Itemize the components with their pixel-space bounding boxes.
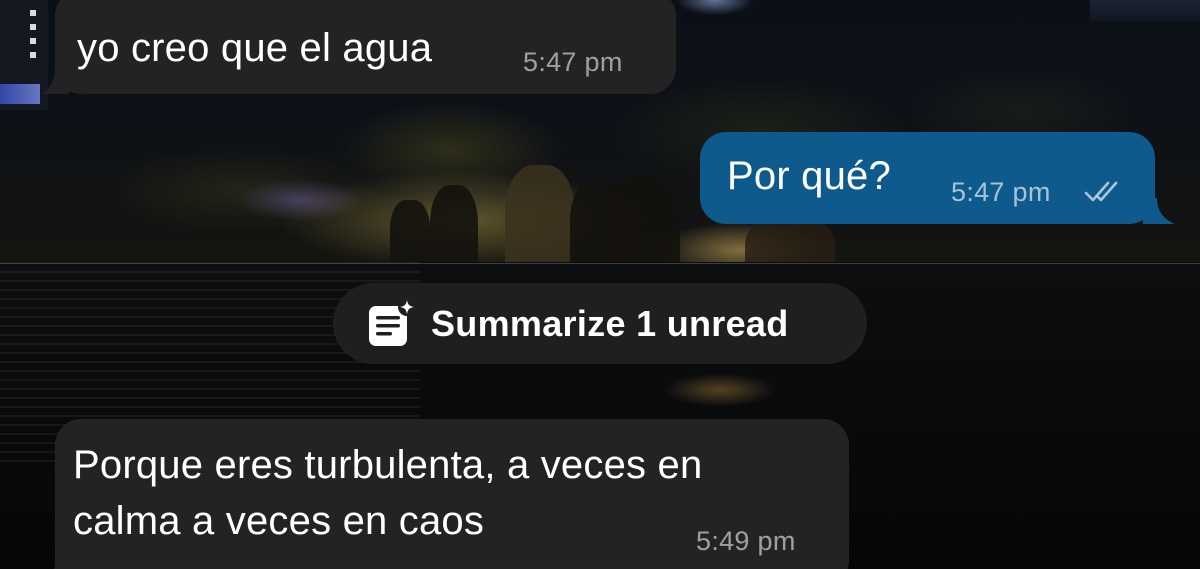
message-text: Por qué? bbox=[727, 154, 891, 198]
message-bubble-incoming[interactable]: yo creo que el agua 5:47 pm bbox=[41, 0, 676, 94]
chat-screen: yo creo que el agua 5:47 pm Por qué? 5:4… bbox=[0, 0, 1200, 569]
summarize-unread-button[interactable]: Summarize 1 unread bbox=[333, 283, 867, 364]
message-timestamp: 5:47 pm bbox=[523, 47, 623, 77]
message-timestamp: 5:47 pm bbox=[951, 177, 1051, 207]
bubble-tail bbox=[1143, 198, 1175, 224]
double-check-icon bbox=[1084, 181, 1118, 202]
summarize-sparkle-icon bbox=[369, 298, 416, 346]
bubble-tail bbox=[54, 561, 69, 569]
summarize-label: Summarize 1 unread bbox=[431, 302, 789, 344]
bubble-tail bbox=[41, 68, 69, 94]
message-text: Porque eres turbulenta, a veces en calma… bbox=[73, 443, 703, 543]
message-bubble-outgoing[interactable]: Por qué? 5:47 pm bbox=[700, 132, 1175, 224]
message-text: yo creo que el agua bbox=[77, 26, 433, 70]
message-timestamp: 5:49 pm bbox=[696, 526, 796, 556]
message-bubble-incoming[interactable]: Porque eres turbulenta, a veces en calma… bbox=[54, 419, 849, 569]
